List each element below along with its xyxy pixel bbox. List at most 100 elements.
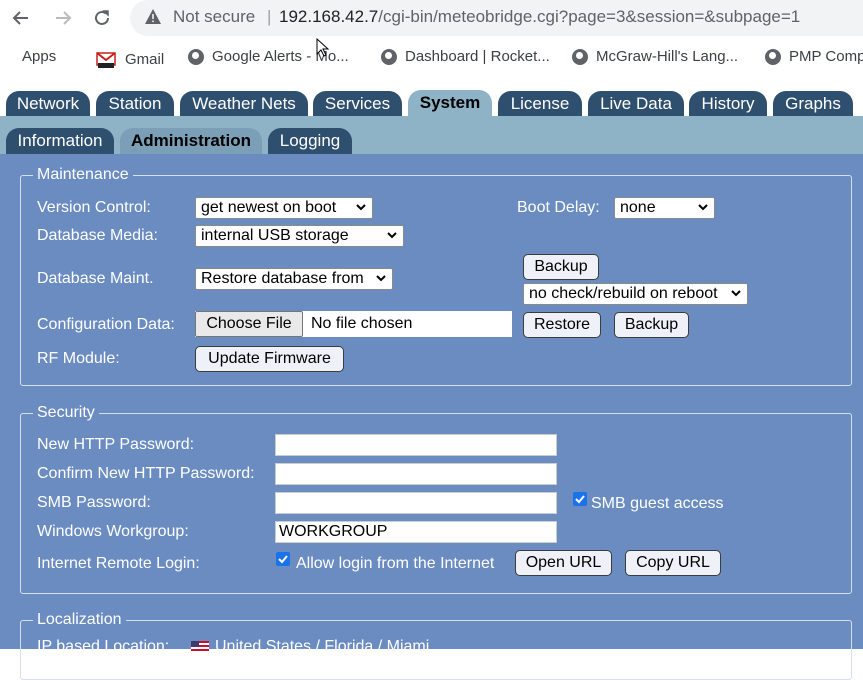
no-file-chosen-text: No file chosen	[311, 315, 413, 332]
open-url-button[interactable]: Open URL	[515, 550, 612, 576]
mouse-cursor-icon	[316, 38, 330, 57]
chevron-down-icon	[376, 275, 386, 282]
subtab-logging[interactable]: Logging	[268, 128, 352, 154]
rf-module-label: RF Module:	[37, 350, 120, 367]
tab-station[interactable]: Station	[96, 91, 174, 116]
ip-location-label: IP based Location:	[37, 638, 170, 655]
bookmark-mcgraw-hill[interactable]: McGraw-Hill's Lang...	[572, 48, 738, 65]
bookmark-label: PMP Comp	[789, 48, 863, 65]
tab-system[interactable]: System	[408, 90, 492, 116]
warning-triangle-icon	[145, 9, 161, 24]
config-data-label: Configuration Data:	[37, 316, 175, 333]
workgroup-label: Windows Workgroup:	[37, 523, 189, 540]
sub-tab-bar: Information Administration Logging	[0, 116, 863, 154]
tab-weather-nets[interactable]: Weather Nets	[180, 91, 308, 116]
bookmark-dashboard[interactable]: Dashboard | Rocket...	[381, 48, 550, 65]
security-section: Security New HTTP Password: Confirm New …	[20, 404, 852, 594]
back-button[interactable]	[8, 5, 34, 31]
bookmarks-bar: Apps Gmail Google Alerts - Mo... Dashboa…	[0, 40, 863, 74]
new-http-password-input[interactable]	[275, 434, 557, 456]
subtab-information[interactable]: Information	[6, 128, 114, 154]
boot-delay-value: none	[620, 199, 656, 216]
version-control-value: get newest on boot	[201, 199, 337, 216]
boot-delay-select[interactable]: none	[614, 197, 715, 219]
workgroup-value: WORKGROUP	[279, 523, 388, 540]
tab-graphs[interactable]: Graphs	[773, 91, 853, 116]
confirm-http-password-input[interactable]	[275, 463, 557, 485]
reload-icon	[95, 10, 109, 25]
rebuild-value: no check/rebuild on reboot	[529, 285, 718, 302]
globe-icon	[381, 48, 397, 65]
smb-guest-checkbox[interactable]	[573, 492, 587, 506]
ip-location-value: United States / Florida / Miami	[215, 638, 430, 655]
main-tab-bar: Network Station Weather Nets Services Sy…	[0, 86, 863, 116]
database-media-value: internal USB storage	[201, 227, 349, 244]
tab-live-data[interactable]: Live Data	[588, 91, 684, 116]
database-backup-button[interactable]: Backup	[523, 254, 599, 280]
localization-legend: Localization	[33, 611, 126, 629]
administration-panel: Maintenance Version Control: get newest …	[0, 154, 863, 680]
chevron-down-icon	[731, 290, 741, 297]
database-maint-select[interactable]: Restore database from	[195, 268, 393, 290]
globe-icon	[765, 48, 781, 65]
new-http-password-label: New HTTP Password:	[37, 436, 195, 453]
checkmark-icon	[278, 555, 288, 564]
maintenance-section: Maintenance Version Control: get newest …	[20, 166, 852, 386]
database-media-label: Database Media:	[37, 227, 158, 244]
bookmark-pmp[interactable]: PMP Comp	[765, 48, 863, 65]
tab-history[interactable]: History	[689, 91, 767, 116]
globe-icon	[572, 48, 588, 65]
not-secure-label: Not secure	[173, 7, 256, 26]
restore-button[interactable]: Restore	[523, 312, 601, 338]
localization-section: Localization IP based Location: United S…	[20, 611, 852, 680]
config-backup-button[interactable]: Backup	[614, 312, 689, 338]
ip-location-value-wrap: United States / Florida / Miami	[191, 638, 429, 656]
update-firmware-button[interactable]: Update Firmware	[195, 346, 344, 372]
us-flag-icon	[191, 640, 209, 653]
maintenance-legend: Maintenance	[33, 166, 133, 184]
database-media-select[interactable]: internal USB storage	[195, 225, 404, 247]
database-maint-value: Restore database from	[201, 270, 364, 287]
bookmark-label: Gmail	[125, 50, 165, 68]
forward-button[interactable]	[50, 5, 76, 31]
smb-password-input[interactable]	[275, 492, 557, 514]
version-control-select[interactable]: get newest on boot	[195, 197, 373, 219]
address-bar[interactable]: Not secure | 192.168.42.7/cgi-bin/meteob…	[130, 0, 863, 36]
subtab-administration[interactable]: Administration	[120, 128, 262, 154]
tab-license[interactable]: License	[498, 91, 582, 116]
address-separator: |	[267, 7, 272, 26]
rebuild-select[interactable]: no check/rebuild on reboot	[523, 283, 748, 305]
boot-delay-label: Boot Delay:	[517, 199, 600, 216]
arrow-right-icon	[56, 11, 72, 25]
smb-guest-label: SMB guest access	[591, 495, 724, 512]
remote-login-label: Internet Remote Login:	[37, 555, 200, 572]
tab-network[interactable]: Network	[6, 91, 90, 116]
copy-url-button[interactable]: Copy URL	[625, 550, 721, 576]
confirm-http-password-label: Confirm New HTTP Password:	[37, 465, 255, 482]
security-legend: Security	[33, 404, 99, 422]
allow-login-checkbox[interactable]	[276, 552, 290, 566]
checkmark-icon	[575, 495, 585, 504]
bookmark-apps[interactable]: Apps	[14, 48, 56, 65]
allow-login-label: Allow login from the Internet	[296, 555, 495, 572]
bookmark-gmail[interactable]: Gmail	[95, 48, 164, 70]
browser-toolbar: Not secure | 192.168.42.7/cgi-bin/meteob…	[0, 0, 863, 36]
bookmark-label: Dashboard | Rocket...	[405, 48, 550, 65]
globe-icon	[188, 48, 204, 65]
bookmark-label: Apps	[22, 48, 57, 65]
reload-button[interactable]	[89, 5, 115, 31]
arrow-left-icon	[12, 11, 28, 25]
version-control-label: Version Control:	[37, 199, 151, 216]
chevron-down-icon	[698, 204, 708, 211]
config-file-input[interactable]: Choose File No file chosen	[195, 311, 512, 337]
smb-password-label: SMB Password:	[37, 494, 151, 511]
chevron-down-icon	[387, 232, 397, 239]
chevron-down-icon	[356, 204, 366, 211]
gmail-icon	[96, 52, 116, 68]
url-text: 192.168.42.7/cgi-bin/meteobridge.cgi?pag…	[279, 7, 800, 27]
choose-file-button[interactable]: Choose File	[195, 311, 303, 337]
bookmark-label: McGraw-Hill's Lang...	[596, 48, 739, 65]
tab-services[interactable]: Services	[313, 91, 402, 116]
url-path: /cgi-bin/meteobridge.cgi?page=3&session=…	[378, 7, 801, 26]
workgroup-input[interactable]: WORKGROUP	[275, 521, 557, 543]
